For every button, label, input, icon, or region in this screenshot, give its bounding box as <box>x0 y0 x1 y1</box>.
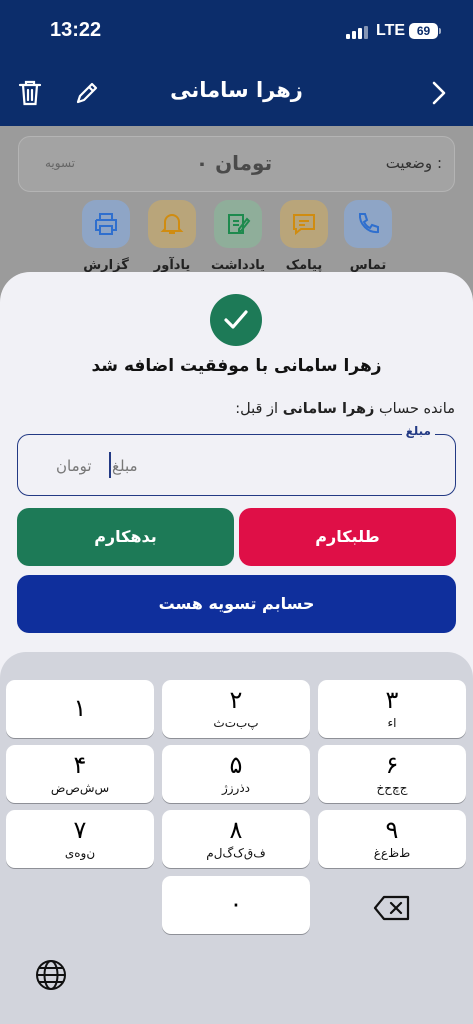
key-letters: د‌ذ‌ر‌ز‌ژ <box>221 781 251 795</box>
action-report[interactable]: گزارش <box>78 200 134 273</box>
status-time: 13:22 <box>50 19 102 41</box>
pencil-icon[interactable] <box>72 78 102 108</box>
settled-button[interactable]: حسابم تسویه هست <box>17 575 456 633</box>
balance-suffix: از قبل: <box>235 401 279 417</box>
action-note[interactable]: یادداشت <box>210 200 266 273</box>
amount-unit: تومان <box>56 457 92 475</box>
key-letters: ج‌چ‌ح‌خ <box>376 781 408 795</box>
key-letters: ا‌ء <box>387 716 397 730</box>
printer-icon <box>82 200 130 248</box>
action-label: تماس <box>349 258 387 273</box>
status-bar: 13:22 LTE 69 <box>0 0 473 60</box>
message-icon <box>280 200 328 248</box>
creditor-button[interactable]: طلبکارم <box>239 508 456 566</box>
nav-bar: زهرا سامانی <box>0 70 473 116</box>
action-label: گزارش <box>83 258 129 273</box>
key-digit: ۱ <box>73 694 87 722</box>
success-message: زهرا سامانی با موفقیت اضافه شد <box>91 356 382 376</box>
note-icon <box>214 200 262 248</box>
key-letters: ط‌ظ‌ع‌غ <box>373 846 411 860</box>
backspace-icon[interactable] <box>372 894 412 922</box>
key-digit: ۸ <box>229 816 243 844</box>
signal-icon <box>346 26 368 39</box>
action-reminder[interactable]: یادآور <box>144 200 200 273</box>
key-digit: ۴ <box>73 751 87 779</box>
battery-tip <box>439 28 441 34</box>
debtor-button[interactable]: بدهکارم <box>17 508 234 566</box>
amount-field[interactable]: مبلغ مبلغ تومان <box>17 424 456 496</box>
key-digit: ۹ <box>385 816 399 844</box>
chevron-right-icon[interactable] <box>426 78 452 108</box>
amount-label: مبلغ <box>401 424 435 438</box>
account-status-card: وضعیت : ۰ تومان تسویه <box>18 136 455 192</box>
text-caret <box>109 452 111 478</box>
action-sms[interactable]: پیامک <box>276 200 332 273</box>
key-digit: ۳ <box>385 686 399 714</box>
battery-icon: 69 <box>409 23 438 39</box>
key-7[interactable]: ۷ ن‌و‌ه‌ی <box>6 810 154 868</box>
key-0[interactable]: ۰ <box>162 876 310 934</box>
status-label: وضعیت : <box>385 154 442 172</box>
key-letters: ن‌و‌ه‌ی <box>64 846 96 860</box>
network-type: LTE <box>376 22 406 39</box>
previous-balance-label: مانده حساب زهرا سامانی از قبل: <box>235 401 455 417</box>
key-digit: ۶ <box>385 751 399 779</box>
account-balance: ۰ تومان <box>195 151 273 175</box>
key-digit: ۵ <box>229 751 243 779</box>
app-header: 13:22 LTE 69 زهرا سامانی <box>0 0 473 126</box>
key-digit: ۰ <box>229 890 243 918</box>
trash-icon[interactable] <box>16 78 44 108</box>
key-1[interactable]: ۱ <box>6 680 154 738</box>
key-4[interactable]: ۴ س‌ش‌ص‌ض <box>6 745 154 803</box>
key-5[interactable]: ۵ د‌ذ‌ر‌ز‌ژ <box>162 745 310 803</box>
bell-icon <box>148 200 196 248</box>
success-check-icon <box>210 294 262 346</box>
balance-contact-name: زهرا سامانی <box>282 401 375 417</box>
key-3[interactable]: ۳ ا‌ء <box>318 680 466 738</box>
action-label: یادآور <box>153 258 191 273</box>
quick-actions: تماس پیامک یادداشت یادآور گزارش <box>70 200 410 280</box>
key-letters: ف‌ق‌ک‌گ‌ل‌م <box>206 846 266 860</box>
action-label: پیامک <box>285 258 323 273</box>
page-title: زهرا سامانی <box>170 78 303 102</box>
settle-tag: تسویه <box>45 156 76 170</box>
balance-prefix: مانده حساب <box>378 401 455 417</box>
amount-placeholder: مبلغ <box>112 457 138 475</box>
phone-icon <box>344 200 392 248</box>
key-digit: ۲ <box>229 686 243 714</box>
action-label: یادداشت <box>210 258 266 273</box>
key-letters: پ‌ب‌ت‌ث <box>213 716 259 730</box>
key-9[interactable]: ۹ ط‌ظ‌ع‌غ <box>318 810 466 868</box>
globe-icon[interactable] <box>34 958 68 992</box>
key-6[interactable]: ۶ ج‌چ‌ح‌خ <box>318 745 466 803</box>
key-digit: ۷ <box>73 816 87 844</box>
key-8[interactable]: ۸ ف‌ق‌ک‌گ‌ل‌م <box>162 810 310 868</box>
key-letters: س‌ش‌ص‌ض <box>50 781 110 795</box>
numeric-keyboard: ۱ ۲ پ‌ب‌ت‌ث ۳ ا‌ء ۴ س‌ش‌ص‌ض ۵ د‌ذ‌ر‌ز‌ژ … <box>0 652 473 1024</box>
key-2[interactable]: ۲ پ‌ب‌ت‌ث <box>162 680 310 738</box>
action-call[interactable]: تماس <box>340 200 396 273</box>
